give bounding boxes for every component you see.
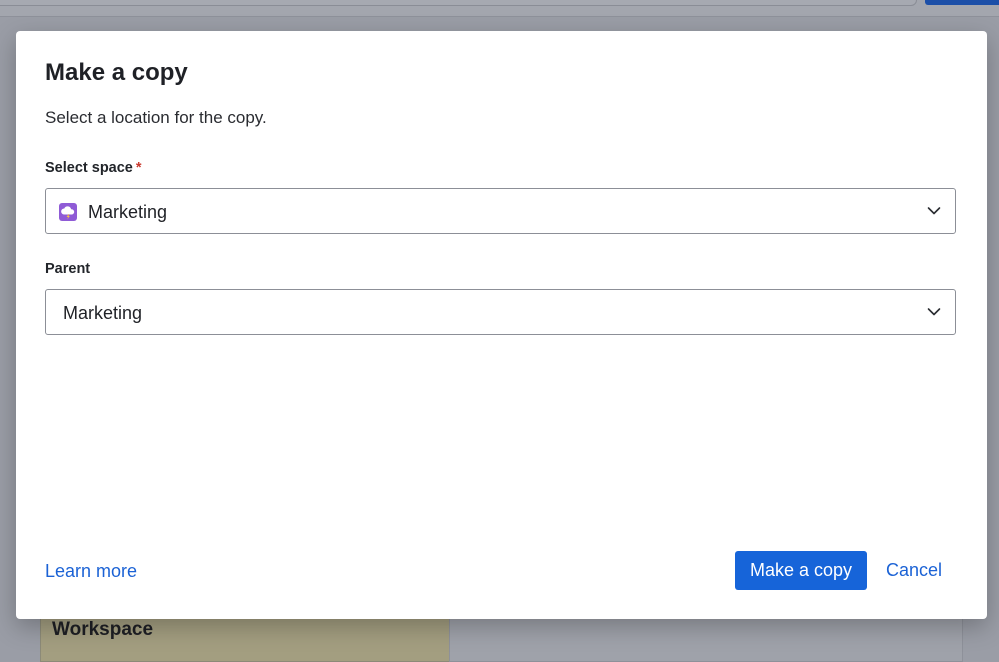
dialog-title: Make a copy <box>45 59 188 86</box>
cloud-lightning-icon <box>59 203 77 221</box>
parent-label: Parent <box>45 261 91 277</box>
select-space-dropdown[interactable]: Marketing <box>45 188 956 234</box>
required-marker: * <box>135 160 142 176</box>
parent-value: Marketing <box>63 303 143 323</box>
chevron-down-icon <box>927 308 941 316</box>
background-search-bar <box>0 0 917 6</box>
learn-more-link[interactable]: Learn more <box>45 561 137 582</box>
dialog-description: Select a location for the copy. <box>45 108 267 127</box>
background-primary-button <box>925 0 999 5</box>
select-space-label: Select space * <box>45 160 142 176</box>
chevron-down-icon <box>927 207 941 215</box>
cancel-button[interactable]: Cancel <box>876 551 952 590</box>
parent-dropdown[interactable]: Marketing <box>45 289 956 335</box>
select-space-label-text: Select space <box>45 160 133 176</box>
select-space-value: Marketing <box>88 202 168 222</box>
background-card-title: Workspace <box>52 619 154 640</box>
make-copy-dialog: Make a copy Select a location for the co… <box>16 31 987 619</box>
make-copy-button[interactable]: Make a copy <box>735 551 867 590</box>
